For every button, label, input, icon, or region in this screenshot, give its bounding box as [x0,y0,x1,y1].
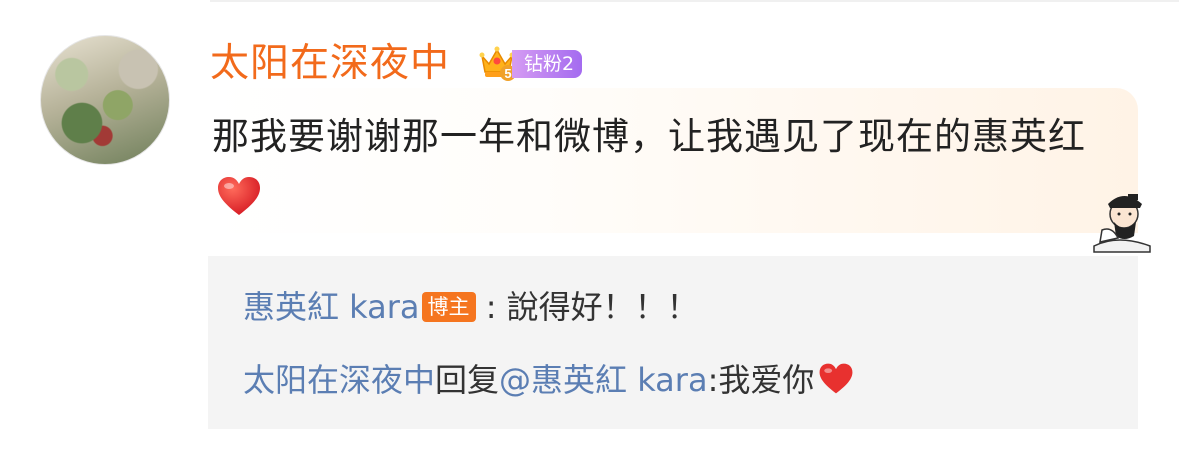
top-divider [210,0,1179,2]
reply-text: 我爱你 [718,361,815,399]
heart-emoji-icon [218,177,260,215]
reply-separator: : [707,361,719,399]
comment-body: 那我要谢谢那一年和微博，让我遇见了现在的惠英红 [212,105,1112,233]
reply-box[interactable] [208,256,1138,429]
reply-author[interactable]: 惠英紅 kara [243,288,420,326]
crown-level: 5 [504,66,511,81]
comment-username[interactable]: 太阳在深夜中 [210,42,450,86]
fan-badge[interactable]: 钻粉2 [512,50,583,78]
reply-action: 回复 [435,361,500,399]
reply-mention[interactable]: @惠英紅 kara [499,361,708,399]
avatar[interactable] [40,35,170,165]
blogger-badge: 博主 [421,292,476,322]
scholar-sticker-icon [1093,194,1151,253]
reply-item[interactable]: 惠英紅 kara 博主 : 說得好！！！ [243,287,699,327]
reply-separator: : [475,288,507,326]
comment-text: 那我要谢谢那一年和微博，让我遇见了现在的惠英红 [212,115,1086,158]
reply-item[interactable]: 太阳在深夜中回复@惠英紅 kara:我爱你 [243,360,854,400]
reply-author[interactable]: 太阳在深夜中 [243,361,435,399]
heart-emoji-icon [819,363,853,394]
reply-text: 說得好！！！ [506,288,699,326]
